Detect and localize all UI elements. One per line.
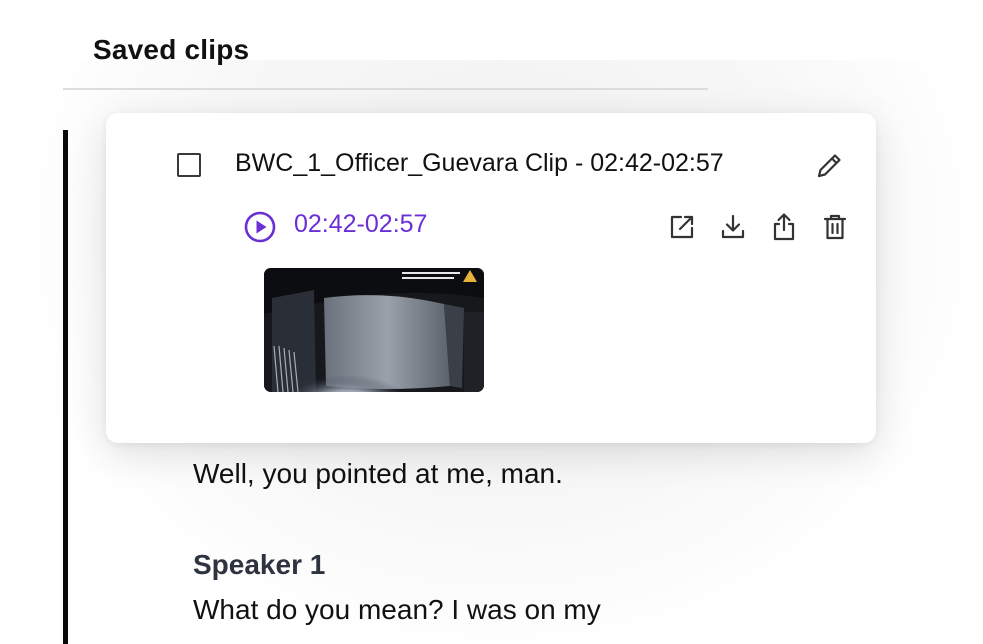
clip-thumbnail[interactable] bbox=[264, 268, 484, 392]
download-icon[interactable] bbox=[717, 211, 749, 243]
trash-icon[interactable] bbox=[819, 211, 851, 243]
pencil-icon[interactable] bbox=[814, 149, 846, 181]
header-divider bbox=[63, 88, 708, 90]
saved-clip-card: BWC_1_Officer_Guevara Clip - 02:42-02:57… bbox=[106, 113, 876, 443]
clip-select-checkbox[interactable] bbox=[177, 153, 201, 177]
clip-time-range[interactable]: 02:42-02:57 bbox=[294, 210, 427, 239]
share-icon[interactable] bbox=[768, 211, 800, 243]
open-external-icon[interactable] bbox=[666, 211, 698, 243]
clip-title: BWC_1_Officer_Guevara Clip - 02:42-02:57 bbox=[235, 149, 724, 177]
speaker-label: Speaker 1 bbox=[193, 549, 326, 580]
transcript-rail bbox=[63, 130, 68, 644]
transcript-text: Well, you pointed at me, man. bbox=[193, 458, 563, 489]
play-circle-icon[interactable] bbox=[243, 210, 277, 244]
transcript-text: What do you mean? I was on my bbox=[193, 594, 601, 625]
page-title: Saved clips bbox=[93, 34, 250, 65]
